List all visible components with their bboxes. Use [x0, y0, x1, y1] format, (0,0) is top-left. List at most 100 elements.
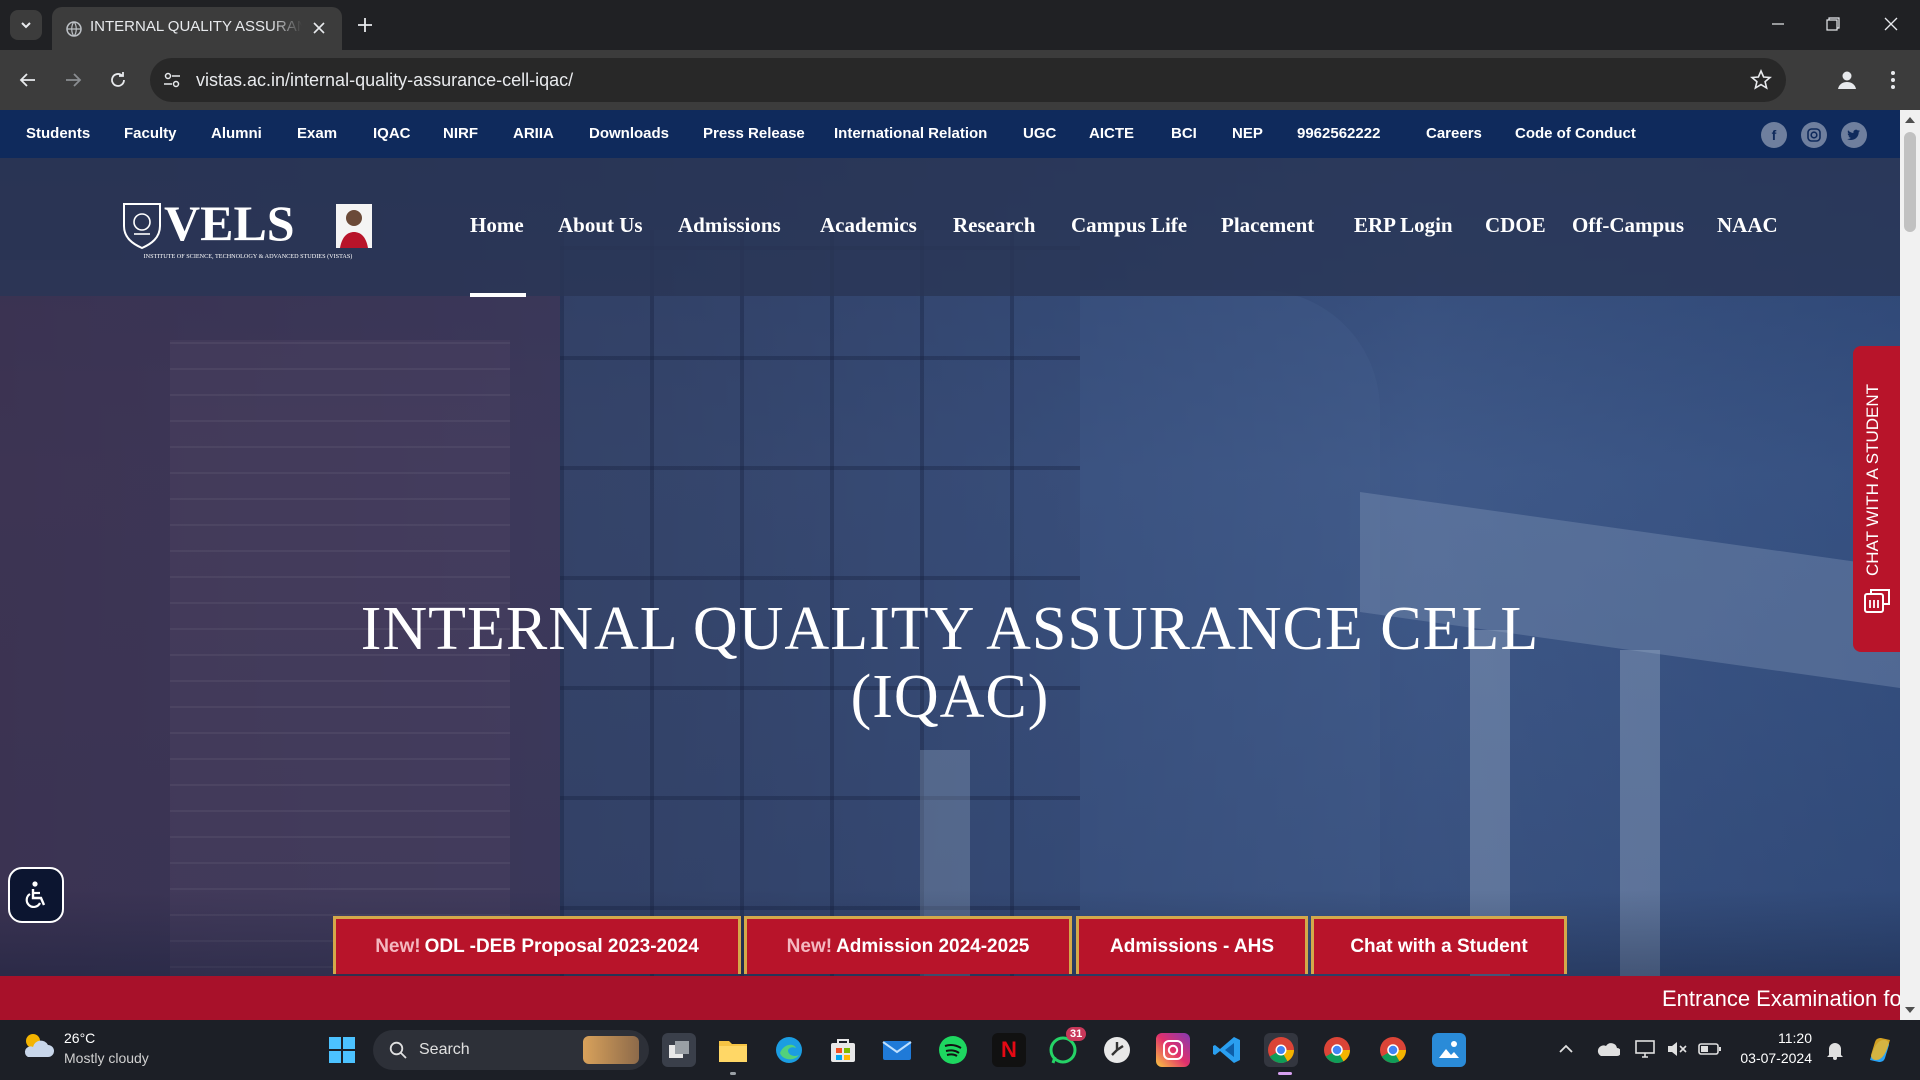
copilot-icon[interactable]	[1864, 1034, 1896, 1066]
taskbar-search-box[interactable]: Search	[373, 1030, 649, 1070]
microsoft-store-icon[interactable]	[826, 1033, 860, 1067]
spotify-icon[interactable]	[936, 1033, 970, 1067]
nav-home[interactable]: Home	[470, 213, 524, 238]
cta-label: Admissions - AHS	[1110, 935, 1274, 957]
topbar-link-nirf[interactable]: NIRF	[443, 125, 478, 142]
page-title: INTERNAL QUALITY ASSURANCE CELL (IQAC)	[280, 595, 1620, 731]
topbar-link-nep[interactable]: NEP	[1232, 125, 1263, 142]
vels-logo[interactable]: VELS INSTITUTE OF SCIENCE, TECHNOLOGY & …	[120, 195, 376, 264]
topbar-link-downloads[interactable]: Downloads	[589, 125, 669, 142]
nav-campus-life[interactable]: Campus Life	[1071, 213, 1187, 238]
battery-icon[interactable]	[1698, 1041, 1722, 1057]
notification-bell-icon[interactable]	[1826, 1040, 1844, 1060]
topbar-link-faculty[interactable]: Faculty	[124, 125, 177, 142]
facebook-icon[interactable]: f	[1761, 122, 1787, 148]
topbar-link-alumni[interactable]: Alumni	[211, 125, 262, 142]
onedrive-icon[interactable]	[1596, 1040, 1620, 1058]
clock-date[interactable]: 03-07-2024	[1736, 1050, 1812, 1066]
cta-chat-with-student[interactable]: Chat with a Student	[1311, 916, 1567, 974]
whatsapp-icon[interactable]: 31	[1046, 1027, 1087, 1067]
site-info-icon[interactable]	[162, 70, 182, 90]
wheelchair-icon	[25, 881, 46, 908]
instagram-app-icon[interactable]	[1156, 1033, 1190, 1067]
nav-naac[interactable]: NAAC	[1717, 213, 1778, 238]
browser-tab-strip: INTERNAL QUALITY ASSURANCE CELL (IQAC)	[0, 0, 1920, 50]
cta-odl-deb-proposal[interactable]: New! ODL -DEB Proposal 2023-2024	[333, 916, 741, 974]
chrome-icon[interactable]	[1264, 1033, 1298, 1067]
file-explorer-icon[interactable]	[716, 1033, 750, 1067]
close-tab-icon[interactable]	[308, 17, 330, 39]
person-icon	[1838, 71, 1856, 89]
menu-button[interactable]	[1876, 63, 1910, 97]
vscode-icon[interactable]	[1210, 1033, 1244, 1067]
topbar-link-phone[interactable]: 9962562222	[1297, 125, 1380, 142]
topbar-link-students[interactable]: Students	[26, 125, 90, 142]
scroll-down-arrow-icon[interactable]	[1905, 1007, 1915, 1013]
chat-with-student-side-tab[interactable]: CHAT WITH A STUDENT	[1853, 346, 1900, 652]
page-scrollbar[interactable]	[1900, 110, 1920, 1020]
ticker-text[interactable]: Entrance Examination fo	[1662, 986, 1900, 1012]
reload-button[interactable]	[101, 63, 135, 97]
topbar-link-iqac[interactable]: IQAC	[373, 125, 411, 142]
profile-button[interactable]	[1830, 63, 1864, 97]
close-window-button[interactable]	[1871, 10, 1911, 38]
address-bar[interactable]: vistas.ac.in/internal-quality-assurance-…	[150, 58, 1786, 102]
chrome-profile-2-icon[interactable]	[1376, 1033, 1410, 1067]
weather-temperature: 26°C	[64, 1030, 96, 1046]
browser-tab[interactable]: INTERNAL QUALITY ASSURANCE CELL (IQAC)	[52, 7, 342, 50]
twitter-icon[interactable]	[1841, 122, 1867, 148]
topbar-link-careers[interactable]: Careers	[1426, 125, 1482, 142]
topbar-link-code-of-conduct[interactable]: Code of Conduct	[1515, 125, 1636, 142]
nav-academics[interactable]: Academics	[820, 213, 917, 238]
chevron-up-icon[interactable]	[1558, 1042, 1574, 1056]
restore-button[interactable]	[1813, 10, 1853, 38]
photos-app-icon[interactable]	[1432, 1033, 1466, 1067]
volume-muted-icon[interactable]	[1666, 1040, 1688, 1058]
task-view-icon[interactable]	[662, 1033, 696, 1067]
scrollbar-thumb[interactable]	[1904, 132, 1916, 232]
url-text[interactable]: vistas.ac.in/internal-quality-assurance-…	[196, 70, 573, 91]
topbar-link-exam[interactable]: Exam	[297, 125, 337, 142]
chat-side-label: CHAT WITH A STUDENT	[1863, 383, 1882, 576]
edge-icon[interactable]	[772, 1033, 806, 1067]
topbar-link-international-relation[interactable]: International Relation	[834, 125, 987, 142]
forward-button[interactable]	[56, 63, 90, 97]
whatsapp-badge: 31	[1066, 1027, 1087, 1041]
clock-app-icon[interactable]	[1100, 1033, 1134, 1067]
cloudy-weather-icon	[24, 1034, 54, 1057]
bookmark-star-icon[interactable]	[1750, 69, 1772, 91]
globe-icon	[66, 21, 82, 37]
nav-admissions[interactable]: Admissions	[678, 213, 781, 238]
nav-about-us[interactable]: About Us	[558, 213, 643, 238]
topbar-link-press-release[interactable]: Press Release	[703, 125, 805, 142]
new-badge: New!	[786, 935, 833, 957]
nav-cdoe[interactable]: CDOE	[1485, 213, 1546, 238]
nav-erp-login[interactable]: ERP Login	[1354, 213, 1453, 238]
nav-off-campus[interactable]: Off-Campus	[1572, 213, 1684, 238]
tab-search-button[interactable]	[10, 10, 42, 40]
scroll-up-arrow-icon[interactable]	[1905, 117, 1915, 123]
weather-widget[interactable]: 26°C Mostly cloudy	[20, 1030, 149, 1066]
windows-start-icon[interactable]	[325, 1033, 359, 1067]
topbar-link-aicte[interactable]: AICTE	[1089, 125, 1134, 142]
minimize-button[interactable]	[1758, 10, 1798, 38]
back-button[interactable]	[11, 63, 45, 97]
topbar-link-ariia[interactable]: ARIIA	[513, 125, 554, 142]
cta-admission-2024-2025[interactable]: New! Admission 2024-2025	[744, 916, 1072, 974]
cta-admissions-ahs[interactable]: Admissions - AHS	[1076, 916, 1308, 974]
accessibility-button[interactable]	[8, 867, 64, 923]
clock-time[interactable]: 11:20	[1736, 1030, 1812, 1046]
network-icon[interactable]	[1634, 1039, 1656, 1059]
new-tab-button[interactable]	[352, 12, 378, 38]
netflix-icon[interactable]: N	[992, 1033, 1026, 1067]
chrome-profile-icon[interactable]	[1320, 1033, 1354, 1067]
nav-placement[interactable]: Placement	[1221, 213, 1314, 238]
topbar-link-ugc[interactable]: UGC	[1023, 125, 1056, 142]
nav-research[interactable]: Research	[953, 213, 1035, 238]
reload-icon	[111, 72, 125, 87]
logo-tagline: INSTITUTE OF SCIENCE, TECHNOLOGY & ADVAN…	[144, 253, 353, 260]
search-icon	[389, 1041, 407, 1059]
mail-icon[interactable]	[880, 1033, 914, 1067]
instagram-icon[interactable]	[1801, 122, 1827, 148]
topbar-link-bci[interactable]: BCI	[1171, 125, 1197, 142]
